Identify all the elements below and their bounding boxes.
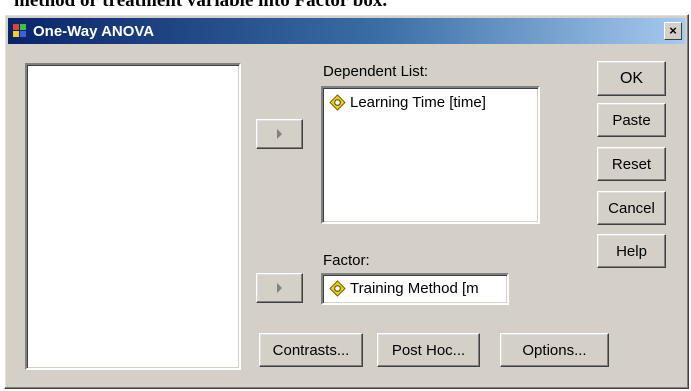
document-caption: method or treatment variable into Factor… [14,0,388,11]
list-item[interactable]: Learning Time [time] [329,94,529,111]
ok-button[interactable]: OK [597,61,666,96]
factor-label: Factor: [323,252,370,269]
one-way-anova-dialog: One-Way ANOVA × Dependent List: Learning… [4,14,689,389]
arrow-right-icon [277,283,282,293]
reset-button[interactable]: Reset [597,147,666,181]
close-button[interactable]: × [664,22,682,40]
move-to-factor-button[interactable] [256,273,303,303]
post-hoc-button[interactable]: Post Hoc... [377,333,480,367]
dialog-title: One-Way ANOVA [33,22,155,40]
cancel-button[interactable]: Cancel [597,191,666,225]
move-to-dependent-button[interactable] [256,119,303,149]
contrasts-button[interactable]: Contrasts... [259,333,363,367]
paste-button[interactable]: Paste [597,103,666,137]
spss-app-icon [12,23,28,39]
options-button[interactable]: Options... [500,333,609,367]
factor-value: Training Method [m [329,280,501,297]
dependent-list-label: Dependent List: [323,63,429,80]
dependent-list-box[interactable]: Learning Time [time] [321,86,540,224]
help-button[interactable]: Help [597,234,666,268]
source-variable-list[interactable] [25,63,241,370]
factor-variable-label: Training Method [m [350,280,479,297]
factor-field[interactable]: Training Method [m [321,273,509,305]
dependent-variable-label: Learning Time [time] [350,94,486,111]
dialog-titlebar[interactable]: One-Way ANOVA × [8,18,685,44]
arrow-right-icon [277,129,282,139]
scale-variable-icon [329,280,346,297]
close-icon: × [669,23,677,38]
scale-variable-icon [329,94,346,111]
